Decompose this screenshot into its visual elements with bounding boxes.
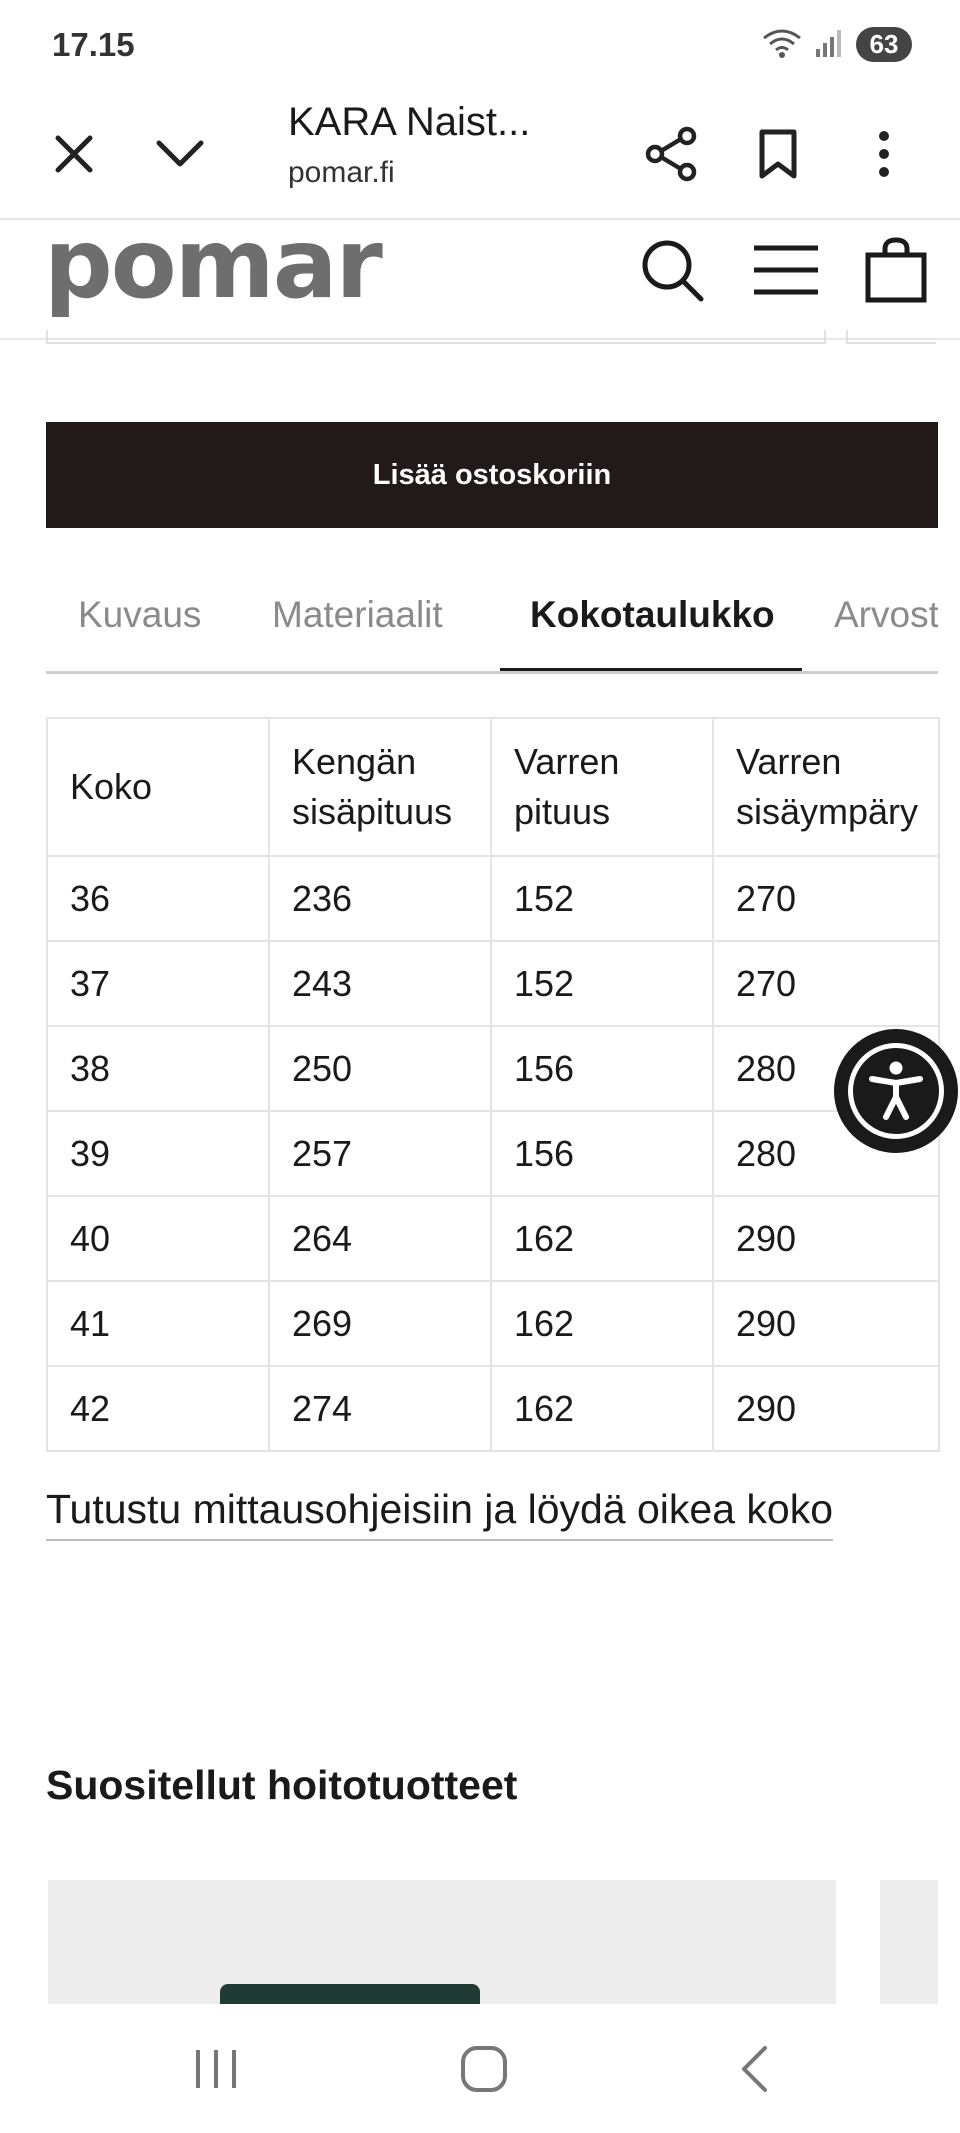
tab-kokotaulukko[interactable]: Kokotaulukko xyxy=(530,594,775,636)
status-icons: 63 xyxy=(762,26,912,63)
accessibility-button[interactable] xyxy=(834,1029,958,1153)
table-cell: 257 xyxy=(268,1110,492,1197)
more-options-icon[interactable] xyxy=(844,114,924,194)
search-icon[interactable] xyxy=(632,230,712,310)
table-cell: 40 xyxy=(46,1195,270,1282)
table-cell: 41 xyxy=(46,1280,270,1367)
table-row: 42 274 162 290 xyxy=(46,1365,940,1452)
table-cell: 162 xyxy=(490,1365,714,1452)
header-size: Koko xyxy=(46,717,270,857)
table-cell: 270 xyxy=(712,855,940,942)
table-cell: 162 xyxy=(490,1280,714,1367)
header-shaft-circumference: Varren sisäympäry xyxy=(712,717,940,857)
tab-arvostelut[interactable]: Arvost xyxy=(834,594,938,636)
table-row: 37 243 152 270 xyxy=(46,940,940,1027)
close-icon[interactable] xyxy=(34,114,114,194)
menu-icon[interactable] xyxy=(746,230,826,310)
measurement-guide-link[interactable]: Tutustu mittausohjeisiin ja löydä oikea … xyxy=(46,1486,834,1541)
recent-apps-icon[interactable] xyxy=(166,2034,266,2104)
quantity-field-border xyxy=(846,330,936,344)
product-card-next[interactable] xyxy=(880,1880,938,2004)
site-logo[interactable]: pomar xyxy=(44,214,383,314)
table-cell: 38 xyxy=(46,1025,270,1112)
table-cell: 270 xyxy=(712,940,940,1027)
add-to-cart-button[interactable]: Lisää ostoskoriin xyxy=(46,422,938,528)
tab-kuvaus[interactable]: Kuvaus xyxy=(78,594,201,636)
table-cell: 243 xyxy=(268,940,492,1027)
table-row: 41 269 162 290 xyxy=(46,1280,940,1367)
table-header-row: Koko Kengän sisäpituus Varren pituus Varre… xyxy=(46,717,940,857)
table-cell: 152 xyxy=(490,855,714,942)
table-cell: 236 xyxy=(268,855,492,942)
table-cell: 290 xyxy=(712,1365,940,1452)
chevron-down-icon[interactable] xyxy=(140,114,220,194)
table-row: 40 264 162 290 xyxy=(46,1195,940,1282)
table-cell: 37 xyxy=(46,940,270,1027)
active-tab-indicator xyxy=(500,668,802,671)
table-cell: 162 xyxy=(490,1195,714,1282)
table-cell: 269 xyxy=(268,1280,492,1367)
table-cell: 290 xyxy=(712,1280,940,1367)
table-cell: 156 xyxy=(490,1025,714,1112)
header-inner-length: Kengän sisäpituus xyxy=(268,717,492,857)
table-cell: 250 xyxy=(268,1025,492,1112)
size-table: Koko Kengän sisäpituus Varren pituus Varre… xyxy=(46,717,940,1452)
table-cell: 156 xyxy=(490,1110,714,1197)
product-tabs: Kuvaus Materiaalit Kokotaulukko Arvost xyxy=(46,580,938,674)
accessibility-icon xyxy=(848,1043,944,1139)
share-icon[interactable] xyxy=(632,114,712,194)
system-navigation-bar xyxy=(0,2004,960,2133)
bookmark-icon[interactable] xyxy=(738,114,818,194)
cart-icon[interactable] xyxy=(856,230,936,310)
battery-indicator: 63 xyxy=(856,27,912,62)
table-cell: 152 xyxy=(490,940,714,1027)
header-shaft-height: Varren pituus xyxy=(490,717,714,857)
page-url[interactable]: pomar.fi xyxy=(288,156,395,190)
table-cell: 36 xyxy=(46,855,270,942)
table-cell: 264 xyxy=(268,1195,492,1282)
table-cell: 39 xyxy=(46,1110,270,1197)
size-select-border xyxy=(46,330,826,344)
site-header: pomar xyxy=(0,214,960,340)
table-row: 38 250 156 280 xyxy=(46,1025,940,1112)
product-card[interactable] xyxy=(48,1880,836,2004)
table-cell: 290 xyxy=(712,1195,940,1282)
signal-icon xyxy=(814,27,844,62)
status-time: 17.15 xyxy=(52,26,135,63)
table-row: 39 257 156 280 xyxy=(46,1110,940,1197)
page-title[interactable]: KARA Naist... xyxy=(288,100,530,145)
table-row: 36 236 152 270 xyxy=(46,855,940,942)
tab-materiaalit[interactable]: Materiaalit xyxy=(272,594,443,636)
browser-toolbar: KARA Naist... pomar.fi xyxy=(0,90,960,220)
care-products-heading: Suositellut hoitotuotteet xyxy=(46,1762,518,1808)
status-bar: 17.15 63 xyxy=(0,0,960,90)
table-cell: 274 xyxy=(268,1365,492,1452)
table-cell: 42 xyxy=(46,1365,270,1452)
product-image xyxy=(220,1984,480,2004)
back-icon[interactable] xyxy=(704,2034,804,2104)
home-icon[interactable] xyxy=(434,2034,534,2104)
wifi-icon xyxy=(762,26,802,63)
